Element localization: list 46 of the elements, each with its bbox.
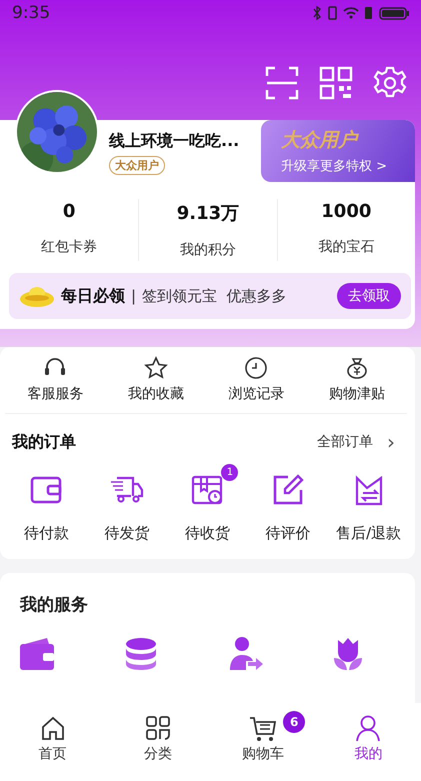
tab[interactable]: 6 购物车 xyxy=(210,713,316,781)
tab[interactable]: 我的 xyxy=(316,713,421,781)
count-badge: 1 xyxy=(221,464,238,481)
star-icon[interactable] xyxy=(142,355,169,381)
scan-icon[interactable] xyxy=(265,66,299,100)
quick-link[interactable]: 我的收藏 xyxy=(128,385,184,403)
services-title: 我的服务 xyxy=(18,594,89,616)
order-status-link[interactable]: 待发货 xyxy=(104,524,150,543)
stat-value: 9.13万 xyxy=(176,202,240,225)
quick-link[interactable]: 购物津贴 xyxy=(328,385,385,403)
stat-label[interactable]: 我的宝石 xyxy=(318,238,374,256)
stat-label[interactable]: 红包卡券 xyxy=(41,238,98,256)
orders-title: 我的订单 xyxy=(12,432,76,452)
quick-link[interactable]: 客服服务 xyxy=(27,385,84,403)
banner-separator: | xyxy=(131,287,136,305)
tab[interactable]: 分类 xyxy=(105,713,210,781)
user-name: 线上环境一吃吃... xyxy=(109,131,240,152)
bluetooth-icon xyxy=(312,5,322,21)
banner-text: 签到领元宝 优惠多多 xyxy=(142,286,287,306)
upgrade-link[interactable]: 升级享更多特权 > xyxy=(281,157,415,175)
order-status-link[interactable]: 售后/退款 xyxy=(336,524,402,543)
settings-icon[interactable] xyxy=(373,66,407,100)
user-level-badge: 大众用户 xyxy=(109,156,165,175)
claim-button[interactable]: 去领取 xyxy=(337,283,401,309)
stat-value: 1000 xyxy=(321,201,372,222)
ingot-icon xyxy=(19,284,55,308)
wifi-icon xyxy=(343,5,359,21)
qr-code-icon[interactable] xyxy=(319,66,353,100)
order-status-link[interactable]: 待付款 xyxy=(24,524,69,543)
stat-label[interactable]: 我的积分 xyxy=(180,241,236,259)
tab[interactable]: 首页 xyxy=(0,713,106,781)
member-upgrade-panel[interactable]: 大众用户 升级享更多特权 > xyxy=(261,120,415,182)
vibrate-icon xyxy=(328,5,337,21)
quick-link[interactable]: 浏览记录 xyxy=(228,385,284,403)
sim-alert-icon xyxy=(365,5,373,21)
order-status-link[interactable]: 待收货 xyxy=(184,524,230,543)
chevron-icon[interactable]: › xyxy=(387,430,395,454)
banner-title: 每日必领 xyxy=(61,286,125,306)
all-orders-link[interactable]: 全部订单 xyxy=(317,433,373,451)
status-time: 9:35 xyxy=(12,3,50,23)
stat-value: 0 xyxy=(62,201,76,222)
member-title: 大众用户 xyxy=(281,128,360,153)
battery-icon xyxy=(379,5,409,21)
order-status-link[interactable]: 待评价 xyxy=(266,524,311,543)
clock-icon[interactable] xyxy=(243,355,270,381)
cart-count-badge: 6 xyxy=(283,711,306,733)
